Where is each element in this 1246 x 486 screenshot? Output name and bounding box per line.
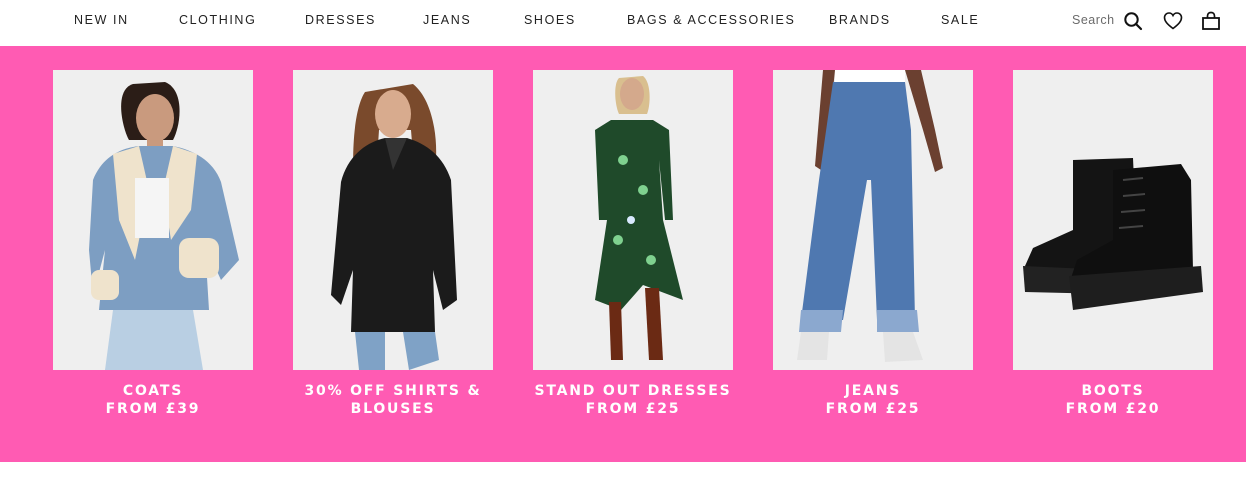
tile-caption: 30% OFF SHIRTS & BLOUSES (293, 382, 493, 418)
shopping-bag-icon[interactable] (1200, 10, 1222, 32)
category-tile-jeans[interactable]: JEANS FROM £25 (773, 70, 973, 418)
nav-item-sale[interactable]: SALE (941, 13, 979, 27)
nav-item-new-in[interactable]: NEW IN (74, 13, 129, 27)
nav-item-shoes[interactable]: SHOES (524, 13, 576, 27)
tile-caption-line1: STAND OUT DRESSES (534, 383, 732, 399)
nav-item-jeans[interactable]: JEANS (423, 13, 471, 27)
tile-caption: JEANS FROM £25 (773, 382, 973, 418)
nav-item-dresses[interactable]: DRESSES (305, 13, 376, 27)
green-floral-dress-photo (533, 70, 733, 370)
category-promo-banner: COATS FROM £39 30% OFF SHIRTS & BLOUSES (0, 46, 1246, 462)
nav-item-clothing[interactable]: CLOTHING (179, 13, 256, 27)
tile-caption-line2: FROM £25 (825, 401, 921, 417)
nav-item-brands[interactable]: BRANDS (829, 13, 891, 27)
nav-item-bags-accessories[interactable]: BAGS & ACCESSORIES (627, 13, 795, 27)
tile-caption: STAND OUT DRESSES FROM £25 (533, 382, 733, 418)
tile-caption-line1: 30% OFF SHIRTS & (304, 383, 482, 399)
tile-caption-line1: COATS (122, 383, 184, 399)
search-label[interactable]: Search (1072, 13, 1115, 27)
tile-caption: BOOTS FROM £20 (1013, 382, 1213, 418)
tile-caption-line1: JEANS (844, 383, 902, 399)
category-tile-coats[interactable]: COATS FROM £39 (53, 70, 253, 418)
black-chunky-boots-photo (1013, 70, 1213, 370)
blue-wide-leg-jeans-photo (773, 70, 973, 370)
black-leather-shirt-photo (293, 70, 493, 370)
tile-caption-line1: BOOTS (1081, 383, 1145, 399)
top-navigation: NEW IN CLOTHING DRESSES JEANS SHOES BAGS… (0, 0, 1246, 46)
tile-caption-line2: FROM £25 (585, 401, 681, 417)
wishlist-heart-icon[interactable] (1162, 10, 1184, 32)
tile-caption-line2: BLOUSES (350, 401, 436, 417)
category-tile-dresses[interactable]: STAND OUT DRESSES FROM £25 (533, 70, 733, 418)
denim-shearling-coat-photo (53, 70, 253, 370)
category-tile-shirts-blouses[interactable]: 30% OFF SHIRTS & BLOUSES (293, 70, 493, 418)
tile-caption-line2: FROM £20 (1065, 401, 1161, 417)
search-icon[interactable] (1122, 10, 1144, 32)
tile-caption: COATS FROM £39 (53, 382, 253, 418)
tile-caption-line2: FROM £39 (105, 401, 201, 417)
category-tile-boots[interactable]: BOOTS FROM £20 (1013, 70, 1213, 418)
